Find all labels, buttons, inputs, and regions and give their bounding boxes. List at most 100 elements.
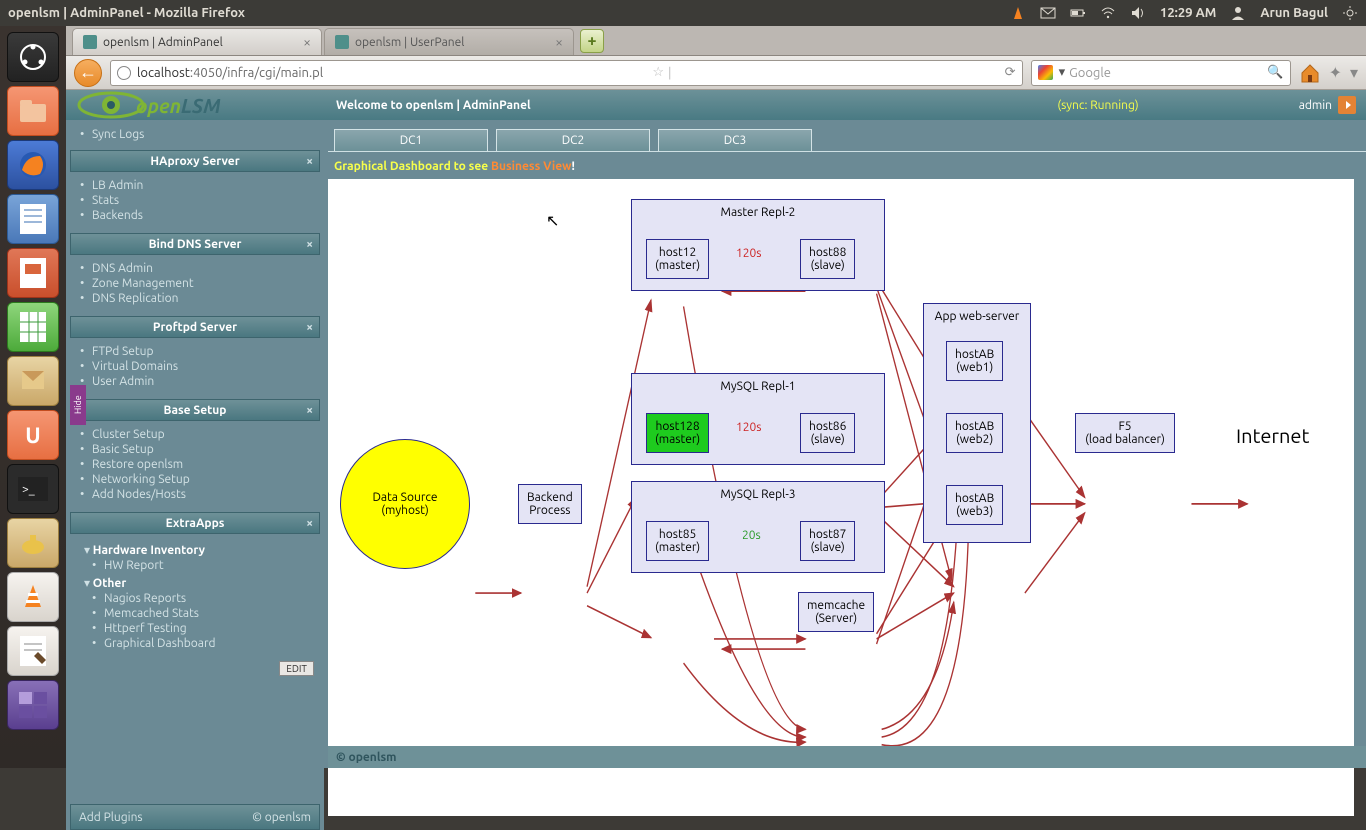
node-host85[interactable]: host85(master) — [646, 521, 709, 561]
sidebar-item[interactable]: DNS Replication — [70, 291, 320, 306]
sidebar-item[interactable]: Memcached Stats — [70, 606, 320, 621]
svg-text:>_: >_ — [22, 483, 35, 496]
sidebar-item[interactable]: Zone Management — [70, 276, 320, 291]
tab-dc2[interactable]: DC2 — [496, 129, 650, 151]
sidebar-item[interactable]: Networking Setup — [70, 472, 320, 487]
sidebar-item[interactable]: Restore openlsm — [70, 457, 320, 472]
new-tab-button[interactable]: + — [580, 29, 604, 53]
sidebar-item-synclogs[interactable]: Sync Logs — [70, 127, 320, 142]
node-host88[interactable]: host88(slave) — [800, 239, 855, 279]
panel-head[interactable]: ExtraApps× — [70, 512, 320, 534]
node-web1[interactable]: hostAB(web1) — [946, 341, 1003, 381]
group-hardware[interactable]: Hardware Inventory — [70, 540, 320, 558]
tab-dc1[interactable]: DC1 — [334, 129, 488, 151]
divider: | — [668, 66, 672, 80]
addon-icon[interactable]: ✦ — [1329, 63, 1342, 82]
sidebar-item[interactable]: User Admin — [70, 374, 320, 389]
sidebar-item[interactable]: Add Nodes/Hosts — [70, 487, 320, 502]
wifi-icon[interactable] — [1100, 5, 1116, 21]
ubuntu-one-icon[interactable]: U — [7, 410, 59, 460]
sidebar-item[interactable]: Virtual Domains — [70, 359, 320, 374]
sidebar-item[interactable]: LB Admin — [70, 178, 320, 193]
brand-text: openLSM — [136, 94, 221, 117]
node-host87[interactable]: host87(slave) — [800, 521, 855, 561]
files-icon[interactable] — [7, 86, 59, 136]
collapse-icon[interactable]: × — [306, 517, 313, 530]
sound-icon[interactable] — [1130, 5, 1146, 21]
panel-head[interactable]: HAproxy Server× — [70, 150, 320, 172]
collapse-icon[interactable]: × — [306, 155, 313, 168]
sidebar-item[interactable]: Backends — [70, 208, 320, 223]
sidebar-item[interactable]: Cluster Setup — [70, 427, 320, 442]
cursor-icon: ↖ — [546, 211, 559, 230]
gedit-icon[interactable] — [7, 626, 59, 676]
calc-icon[interactable] — [7, 302, 59, 352]
bookmark-star-icon[interactable]: ☆ — [652, 65, 664, 80]
workspace-icon[interactable] — [7, 680, 59, 730]
node-memcache[interactable]: memcache(Server) — [798, 592, 874, 632]
panel-head[interactable]: Proftpd Server× — [70, 316, 320, 338]
sidebar-item[interactable]: DNS Admin — [70, 261, 320, 276]
reload-icon[interactable]: ⟳ — [1005, 65, 1016, 80]
dash-icon[interactable] — [7, 32, 59, 82]
dc-tabs: DC1 DC2 DC3 — [328, 120, 1366, 152]
logout-icon[interactable] — [1338, 96, 1356, 114]
node-web2[interactable]: hostAB(web2) — [946, 413, 1003, 453]
collapse-icon[interactable]: × — [306, 238, 313, 251]
back-button[interactable]: ← — [74, 59, 102, 87]
url-bar[interactable]: localhost:4050/infra/cgi/main.pl ☆ | ⟳ — [110, 60, 1023, 86]
clock[interactable]: 12:29 AM — [1160, 6, 1216, 20]
sidebar-item[interactable]: FTPd Setup — [70, 344, 320, 359]
tab-dc3[interactable]: DC3 — [658, 129, 812, 151]
sidebar-item[interactable]: Nagios Reports — [70, 591, 320, 606]
gear-icon[interactable] — [1342, 5, 1358, 21]
add-plugins-link[interactable]: Add Plugins — [79, 811, 143, 824]
vlc-launcher-icon[interactable] — [7, 572, 59, 622]
node-f5[interactable]: F5(load balancer) — [1075, 413, 1175, 453]
hide-sidebar-tab[interactable]: Hide — [70, 385, 86, 425]
vlc-icon[interactable] — [1010, 5, 1026, 21]
admin-user[interactable]: admin — [1299, 99, 1332, 112]
node-host128[interactable]: host128(master) — [646, 413, 709, 453]
battery-icon[interactable] — [1070, 5, 1086, 21]
node-host86[interactable]: host86(slave) — [800, 413, 855, 453]
panel-head[interactable]: Bind DNS Server× — [70, 233, 320, 255]
sidebar-item[interactable]: Graphical Dashboard — [70, 636, 320, 651]
browser-tab-inactive[interactable]: openlsm | UserPanel × — [324, 28, 574, 55]
group-other[interactable]: Other — [70, 573, 320, 591]
sidebar-item[interactable]: Httperf Testing — [70, 621, 320, 636]
panel-head[interactable]: Base Setup× — [70, 399, 320, 421]
software-center-icon[interactable] — [7, 356, 59, 406]
writer-icon[interactable] — [7, 194, 59, 244]
menu-icon[interactable]: ▾ — [1350, 63, 1358, 82]
dropdown-icon[interactable]: ▾ — [1059, 65, 1066, 80]
browser-tab-active[interactable]: openlsm | AdminPanel × — [72, 28, 322, 55]
collapse-icon[interactable]: × — [306, 321, 313, 334]
search-bar[interactable]: ▾ Google 🔍 — [1031, 60, 1291, 86]
sidebar-item[interactable]: HW Report — [70, 558, 320, 573]
firefox-icon[interactable] — [7, 140, 59, 190]
main-area: DC1 DC2 DC3 Graphical Dashboard to see B… — [328, 120, 1366, 828]
app-logo[interactable]: openLSM — [76, 90, 336, 120]
node-host12[interactable]: host12(master) — [646, 239, 709, 279]
tab-close-icon[interactable]: × — [555, 34, 563, 50]
impress-icon[interactable] — [7, 248, 59, 298]
sidebar-item[interactable]: Stats — [70, 193, 320, 208]
node-web3[interactable]: hostAB(web3) — [946, 485, 1003, 525]
collapse-icon[interactable]: × — [306, 404, 313, 417]
node-backend[interactable]: BackendProcess — [518, 484, 582, 524]
terminal-icon[interactable]: >_ — [7, 464, 59, 514]
node-datasource[interactable]: Data Source(myhost) — [340, 439, 470, 569]
sidebar-item[interactable]: Basic Setup — [70, 442, 320, 457]
home-icon[interactable] — [1299, 62, 1321, 84]
search-icon[interactable]: 🔍 — [1267, 65, 1283, 80]
mail-icon[interactable] — [1040, 5, 1056, 21]
firefox-window: openlsm | AdminPanel × openlsm | UserPan… — [66, 26, 1366, 768]
teapot-icon[interactable] — [7, 518, 59, 568]
os-user[interactable]: Arun Bagul — [1260, 6, 1328, 20]
tab-close-icon[interactable]: × — [303, 34, 311, 50]
user-icon — [1230, 5, 1246, 21]
os-topbar: openlsm | AdminPanel - Mozilla Firefox 1… — [0, 0, 1366, 26]
favicon-icon — [335, 35, 349, 49]
edit-button[interactable]: EDIT — [279, 661, 314, 676]
